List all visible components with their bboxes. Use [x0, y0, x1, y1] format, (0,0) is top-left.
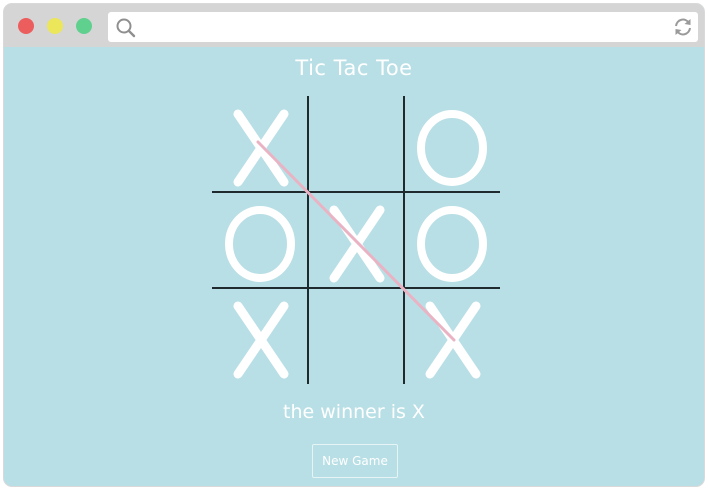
minimize-window-button[interactable] [47, 18, 63, 34]
refresh-icon[interactable] [672, 16, 694, 38]
board-cell-2-0[interactable] [212, 288, 308, 384]
board-cell-1-2[interactable] [404, 192, 500, 288]
address-bar [108, 12, 698, 42]
browser-toolbar [4, 4, 704, 47]
status-text: the winner is X [283, 401, 425, 423]
x-mark [233, 301, 289, 379]
board-cell-0-2[interactable] [404, 96, 500, 192]
address-input[interactable] [142, 12, 662, 42]
board-cell-2-2[interactable] [404, 288, 500, 384]
board-cell-0-1[interactable] [308, 96, 404, 192]
maximize-window-button[interactable] [76, 18, 92, 34]
game-board [212, 96, 500, 384]
o-mark [417, 110, 487, 186]
page-title: Tic Tac Toe [295, 56, 413, 80]
close-window-button[interactable] [18, 18, 34, 34]
x-mark [425, 301, 481, 379]
o-mark [417, 206, 487, 282]
browser-window: Tic Tac Toe the winner is X New Game [4, 4, 704, 486]
search-icon [114, 16, 138, 40]
board-cell-1-1[interactable] [308, 192, 404, 288]
board-cell-1-0[interactable] [212, 192, 308, 288]
o-mark [225, 206, 295, 282]
board-cell-2-1[interactable] [308, 288, 404, 384]
x-mark [233, 109, 289, 187]
new-game-button[interactable]: New Game [312, 444, 398, 478]
board-cell-0-0[interactable] [212, 96, 308, 192]
x-mark [329, 205, 385, 283]
